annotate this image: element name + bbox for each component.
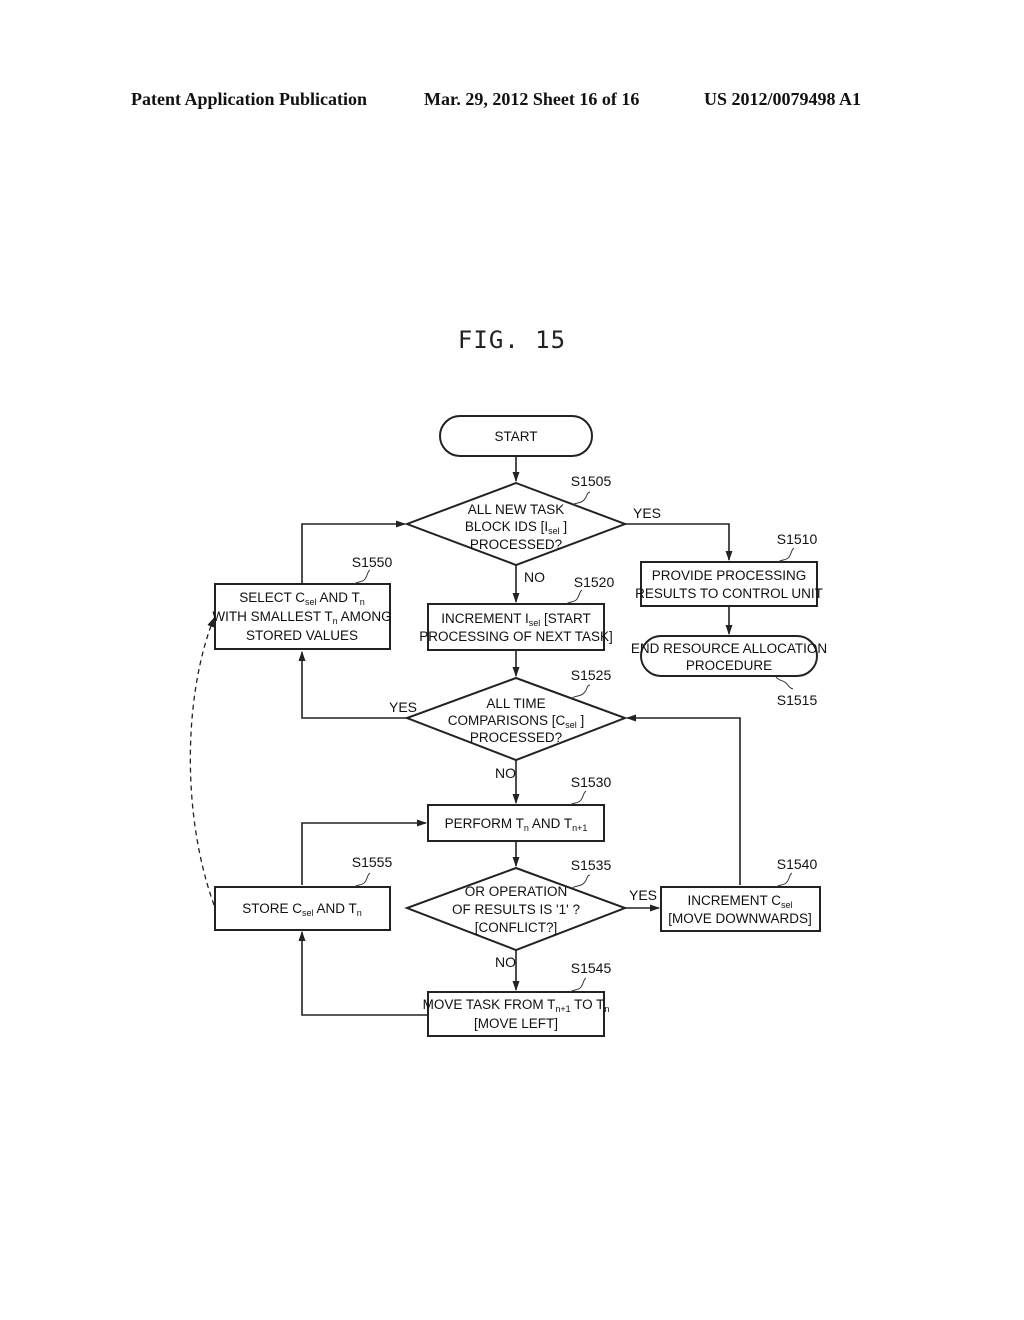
- s1525-line3: PROCESSED?: [470, 730, 562, 745]
- s1550-line3: STORED VALUES: [246, 628, 358, 643]
- s1515-line1: END RESOURCE ALLOCATION: [631, 641, 827, 656]
- s1520-line1: INCREMENT Isel [START: [441, 611, 591, 628]
- s1545-line2: [MOVE LEFT]: [474, 1016, 558, 1031]
- step-label-s1520: S1520: [574, 574, 615, 590]
- start-terminal: START: [439, 415, 593, 457]
- s1530-text: PERFORM Tn AND Tn+1: [445, 816, 588, 833]
- s1520-line2: PROCESSING OF NEXT TASK]: [419, 629, 613, 644]
- step-label-s1545: S1545: [571, 960, 612, 976]
- s1525-yes-label: YES: [389, 699, 417, 715]
- arrow-s1505-yes-to-s1510: [625, 523, 733, 561]
- decision-s1525: ALL TIME COMPARISONS [Csel ] PROCESSED? …: [389, 667, 628, 781]
- process-s1545: MOVE TASK FROM Tn+1 TO Tn [MOVE LEFT] S1…: [423, 960, 612, 1037]
- step-label-s1515: S1515: [777, 692, 818, 708]
- s1525-no-label: NO: [495, 765, 516, 781]
- s1525-line2: COMPARISONS [Csel ]: [448, 713, 585, 730]
- s1525-line1: ALL TIME: [486, 696, 545, 711]
- step-label-s1510: S1510: [777, 531, 818, 547]
- s1535-line2: OF RESULTS IS '1' ?: [452, 902, 580, 917]
- step-label-s1530: S1530: [571, 774, 612, 790]
- s1550-line1: SELECT Csel AND Tn: [239, 590, 365, 607]
- decision-s1535: OR OPERATION OF RESULTS IS '1' ? [CONFLI…: [404, 857, 657, 970]
- dashed-arrow-s1555-to-s1550: [189, 617, 215, 906]
- s1540-line2: [MOVE DOWNWARDS]: [668, 911, 812, 926]
- step-label-s1525: S1525: [571, 667, 612, 683]
- process-s1520: INCREMENT Isel [START PROCESSING OF NEXT…: [419, 574, 615, 651]
- s1535-no-label: NO: [495, 954, 516, 970]
- process-s1555: STORE Csel AND Tn S1555: [214, 854, 393, 931]
- step-label-s1540: S1540: [777, 856, 818, 872]
- s1535-line3: [CONFLICT?]: [475, 920, 558, 935]
- arrow-s1540-to-s1525: [626, 714, 741, 885]
- step-label-s1535: S1535: [571, 857, 612, 873]
- step-label-s1555: S1555: [352, 854, 393, 870]
- s1510-line2: RESULTS TO CONTROL UNIT: [635, 586, 823, 601]
- s1545-line1: MOVE TASK FROM Tn+1 TO Tn: [423, 997, 610, 1014]
- s1515-line2: PROCEDURE: [686, 658, 772, 673]
- s1510-line1: PROVIDE PROCESSING: [652, 568, 807, 583]
- end-terminal-s1515: END RESOURCE ALLOCATION PROCEDURE S1515: [631, 635, 827, 708]
- arrow-s1545-to-s1555: [298, 931, 428, 1016]
- s1535-line1: OR OPERATION: [465, 884, 568, 899]
- step-label-s1505: S1505: [571, 473, 612, 489]
- s1535-yes-label: YES: [629, 887, 657, 903]
- s1505-no-label: NO: [524, 569, 545, 585]
- start-label: START: [494, 429, 537, 444]
- flowchart: START ALL NEW TASK BLOCK IDS [Isel ] PRO…: [189, 415, 827, 1037]
- decision-s1505: ALL NEW TASK BLOCK IDS [Isel ] PROCESSED…: [404, 473, 661, 585]
- s1505-line1: ALL NEW TASK: [468, 502, 565, 517]
- process-s1530: PERFORM Tn AND Tn+1 S1530: [427, 774, 612, 842]
- step-label-s1550: S1550: [352, 554, 393, 570]
- s1550-line2: WITH SMALLEST Tn AMONG: [212, 609, 391, 626]
- s1540-line1: INCREMENT Csel: [687, 893, 792, 910]
- s1505-yes-label: YES: [633, 505, 661, 521]
- s1505-line3: PROCESSED?: [470, 537, 562, 552]
